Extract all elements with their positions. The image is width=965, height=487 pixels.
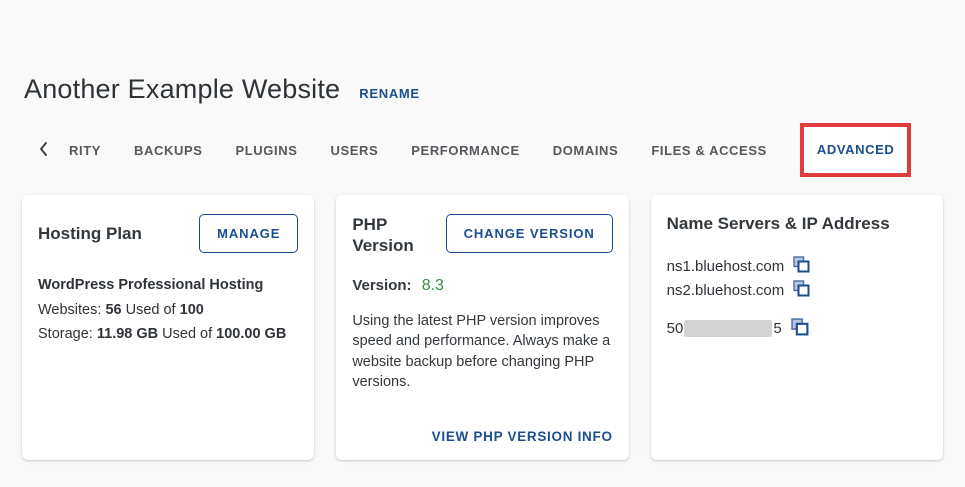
copy-icon	[791, 318, 809, 339]
tab-advanced[interactable]: ADVANCED	[817, 142, 895, 157]
ip-prefix: 50	[666, 320, 684, 337]
tab-users[interactable]: USERS	[330, 143, 378, 158]
php-version-line: Version: 8.3	[352, 277, 612, 295]
name-servers-title: Name Servers & IP Address	[666, 214, 890, 233]
tab-backups[interactable]: BACKUPS	[134, 143, 202, 158]
version-value: 8.3	[421, 276, 444, 294]
chevron-left-icon	[38, 141, 48, 160]
version-label: Version:	[352, 276, 412, 294]
copy-ip-button[interactable]	[791, 318, 809, 339]
ip-suffix: 5	[773, 320, 782, 337]
copy-icon	[793, 256, 810, 276]
page-title: Another Example Website	[24, 74, 341, 104]
copy-nameserver-1-button[interactable]	[793, 256, 810, 276]
tab-files-access[interactable]: FILES & ACCESS	[651, 143, 767, 158]
tab-bar: RITY BACKUPS PLUGINS USERS PERFORMANCE D…	[38, 121, 965, 179]
hosting-plan-card: Hosting Plan MANAGE WordPress Profession…	[22, 195, 315, 460]
storage-used-value: 11.98 GB	[96, 326, 159, 343]
php-version-card-header: PHP Version CHANGE VERSION	[352, 214, 613, 257]
websites-usage: Websites: 56 Used of 100	[38, 302, 298, 319]
nameserver-1-value: ns1.bluehost.com	[666, 257, 785, 275]
page-header: Another Example Website RENAME	[0, 0, 965, 105]
tab-plugins[interactable]: PLUGINS	[236, 143, 298, 158]
websites-of-text: Used of	[125, 302, 176, 318]
php-version-card: PHP Version CHANGE VERSION Version: 8.3 …	[336, 195, 629, 460]
storage-label: Storage:	[38, 326, 93, 343]
php-description: Using the latest PHP version improves sp…	[352, 312, 611, 391]
nameserver-2-value: ns2.bluehost.com	[666, 281, 785, 299]
tab-domains[interactable]: DOMAINS	[553, 143, 619, 158]
hosting-plan-card-header: Hosting Plan MANAGE	[38, 214, 299, 253]
advanced-tab-red-annotation-box: ADVANCED	[799, 123, 912, 177]
ip-redaction-box	[684, 320, 773, 337]
change-version-button[interactable]: CHANGE VERSION	[445, 214, 613, 253]
copy-icon	[793, 280, 810, 300]
nameserver-row-1: ns1.bluehost.com	[667, 256, 927, 276]
websites-used-value: 56	[105, 302, 122, 318]
tab-performance[interactable]: PERFORMANCE	[411, 143, 519, 158]
name-servers-card: Name Servers & IP Address ns1.bluehost.c…	[650, 195, 943, 460]
hosting-plan-title: Hosting Plan	[38, 223, 142, 243]
rename-button[interactable]: RENAME	[359, 86, 420, 101]
copy-nameserver-2-button[interactable]	[793, 280, 810, 300]
tab-security-partial[interactable]: RITY	[69, 143, 101, 158]
ip-address-row: 50 5	[667, 318, 927, 339]
nameserver-list: ns1.bluehost.com ns2.bluehost.com	[667, 256, 927, 304]
storage-of-text: Used of	[162, 326, 213, 343]
websites-total-value: 100	[179, 302, 204, 318]
manage-button[interactable]: MANAGE	[199, 214, 299, 253]
nameserver-row-2: ns2.bluehost.com	[667, 280, 927, 300]
plan-name: WordPress Professional Hosting	[38, 277, 264, 293]
tabs-scroll-left-button[interactable]	[38, 141, 48, 160]
storage-total-value: 100.00 GB	[216, 326, 287, 343]
cards-row: Hosting Plan MANAGE WordPress Profession…	[0, 195, 965, 460]
php-version-title: PHP Version	[352, 215, 414, 256]
websites-label: Websites:	[38, 302, 102, 318]
storage-usage: Storage: 11.98 GB Used of 100.00 GB	[38, 326, 298, 343]
view-php-version-info-link[interactable]: VIEW PHP VERSION INFO	[432, 429, 613, 444]
